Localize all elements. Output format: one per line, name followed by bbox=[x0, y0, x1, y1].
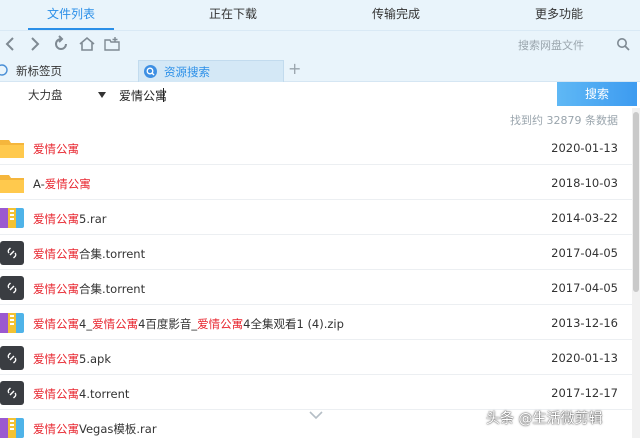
tab-file-list[interactable]: 文件列表 bbox=[28, 0, 114, 30]
list-item[interactable]: 爱情公寓 2020-01-13 bbox=[0, 130, 632, 165]
keyword-highlight: 爱情公寓 bbox=[33, 352, 79, 366]
file-name-text: 5.apk bbox=[79, 352, 111, 366]
browser-tab-new[interactable]: 新标签页 bbox=[0, 58, 138, 82]
keyword-highlight: 爱情公寓 bbox=[33, 422, 79, 436]
file-date: 2018-10-03 bbox=[551, 176, 618, 190]
keyword-highlight: 爱情公寓 bbox=[33, 317, 79, 331]
file-name-text: 4全集观看1 (4).zip bbox=[243, 317, 344, 331]
file-name-text: 4.torrent bbox=[79, 387, 130, 401]
keyword-highlight: 爱情公寓 bbox=[33, 142, 79, 156]
refresh-icon[interactable] bbox=[52, 35, 70, 53]
toolbar: 搜索网盘文件 bbox=[0, 30, 640, 58]
search-button[interactable]: 搜索 bbox=[557, 82, 637, 106]
archive-icon bbox=[0, 311, 24, 335]
disk-search-placeholder: 搜索网盘文件 bbox=[518, 39, 584, 52]
list-item[interactable]: 爱情公寓4.torrent 2017-12-17 bbox=[0, 375, 632, 410]
search-icon bbox=[144, 65, 157, 78]
keyword-highlight: 爱情公寓 bbox=[33, 387, 79, 401]
file-name[interactable]: 爱情公寓4.torrent bbox=[33, 386, 129, 402]
tab-completed[interactable]: 传输完成 bbox=[353, 0, 439, 30]
back-icon[interactable] bbox=[2, 35, 20, 53]
file-name-text: 合集.torrent bbox=[79, 247, 146, 261]
text-caret bbox=[163, 88, 164, 102]
file-date: 2020-01-13 bbox=[551, 141, 618, 155]
archive-icon bbox=[0, 206, 24, 230]
file-date: 2020-01-13 bbox=[551, 351, 618, 365]
file-name-text: 5.rar bbox=[79, 212, 107, 226]
chevron-down-icon[interactable] bbox=[308, 410, 324, 420]
link-file-icon bbox=[0, 241, 24, 265]
scrollbar-thumb[interactable] bbox=[633, 112, 639, 292]
browser-tabbar: 新标签页 资源搜索 + bbox=[0, 58, 640, 82]
list-item[interactable]: 爱情公寓5.apk 2020-01-13 bbox=[0, 340, 632, 375]
file-date: 2017-04-05 bbox=[551, 281, 618, 295]
browser-tab-label: 新标签页 bbox=[16, 64, 62, 78]
keyword-highlight: 爱情公寓 bbox=[197, 317, 244, 331]
keyword-highlight: 爱情公寓 bbox=[44, 177, 91, 191]
file-name-text: A- bbox=[33, 177, 45, 191]
new-folder-icon[interactable] bbox=[103, 35, 121, 53]
folder-icon bbox=[0, 136, 24, 160]
tab-downloading[interactable]: 正在下载 bbox=[190, 0, 276, 30]
disk-select-value: 大力盘 bbox=[28, 88, 63, 102]
link-file-icon bbox=[0, 276, 24, 300]
folder-icon bbox=[0, 171, 24, 195]
file-name-text: 4_ bbox=[79, 317, 93, 331]
chevron-down-icon bbox=[98, 92, 106, 98]
keyword-highlight: 爱情公寓 bbox=[33, 282, 79, 296]
file-name[interactable]: 爱情公寓 bbox=[33, 141, 79, 157]
list-item[interactable]: 爱情公寓5.rar 2014-03-22 bbox=[0, 200, 632, 235]
file-date: 2017-04-05 bbox=[551, 246, 618, 260]
home-icon[interactable] bbox=[78, 35, 96, 53]
browser-tab-label: 资源搜索 bbox=[164, 65, 210, 79]
keyword-highlight: 爱情公寓 bbox=[92, 317, 139, 331]
resource-search-bar: 大力盘 爱情公寓 bbox=[0, 82, 640, 108]
file-name[interactable]: 爱情公寓合集.torrent bbox=[33, 281, 145, 297]
browser-tab-resource-search[interactable]: 资源搜索 bbox=[138, 60, 284, 82]
disk-search-input[interactable]: 搜索网盘文件 bbox=[508, 34, 638, 56]
list-item[interactable]: 爱情公寓4_爱情公寓4百度影音_爱情公寓4全集观看1 (4).zip 2013-1… bbox=[0, 305, 632, 340]
file-name-text: 4百度影音_ bbox=[138, 317, 198, 331]
scrollbar[interactable] bbox=[632, 108, 640, 438]
search-query-input[interactable]: 爱情公寓 bbox=[119, 87, 167, 104]
file-name[interactable]: 爱情公寓Vegas模板.rar bbox=[33, 421, 157, 437]
archive-icon bbox=[0, 416, 24, 438]
file-name[interactable]: A-爱情公寓 bbox=[33, 176, 91, 192]
link-file-icon bbox=[0, 346, 24, 370]
file-name[interactable]: 爱情公寓5.rar bbox=[33, 211, 106, 227]
add-tab-button[interactable]: + bbox=[288, 59, 301, 78]
file-name-text: 合集.torrent bbox=[79, 282, 146, 296]
tab-more[interactable]: 更多功能 bbox=[516, 0, 602, 30]
list-item[interactable]: 爱情公寓合集.torrent 2017-04-05 bbox=[0, 270, 632, 305]
file-date: 2013-12-16 bbox=[551, 316, 618, 330]
file-name[interactable]: 爱情公寓4_爱情公寓4百度影音_爱情公寓4全集观看1 (4).zip bbox=[33, 316, 344, 332]
link-file-icon bbox=[0, 381, 24, 405]
main-nav: 文件列表 正在下载 传输完成 更多功能 bbox=[0, 0, 640, 30]
keyword-highlight: 爱情公寓 bbox=[33, 212, 79, 226]
list-item[interactable]: A-爱情公寓 2018-10-03 bbox=[0, 165, 632, 200]
file-date: 2014-03-22 bbox=[551, 211, 618, 225]
list-item[interactable]: 爱情公寓合集.torrent 2017-04-05 bbox=[0, 235, 632, 270]
forward-icon[interactable] bbox=[26, 35, 44, 53]
globe-icon bbox=[0, 64, 8, 76]
file-name[interactable]: 爱情公寓5.apk bbox=[33, 351, 111, 367]
file-date: 2017-12-17 bbox=[551, 386, 618, 400]
file-name-text: Vegas模板.rar bbox=[79, 422, 157, 436]
search-icon[interactable] bbox=[616, 37, 630, 51]
watermark: 头条 @生活微剪辑 bbox=[486, 411, 603, 427]
keyword-highlight: 爱情公寓 bbox=[33, 247, 79, 261]
disk-select[interactable]: 大力盘 bbox=[28, 87, 110, 103]
file-name[interactable]: 爱情公寓合集.torrent bbox=[33, 246, 145, 262]
result-count: 找到约 32879 条数据 bbox=[510, 114, 618, 127]
